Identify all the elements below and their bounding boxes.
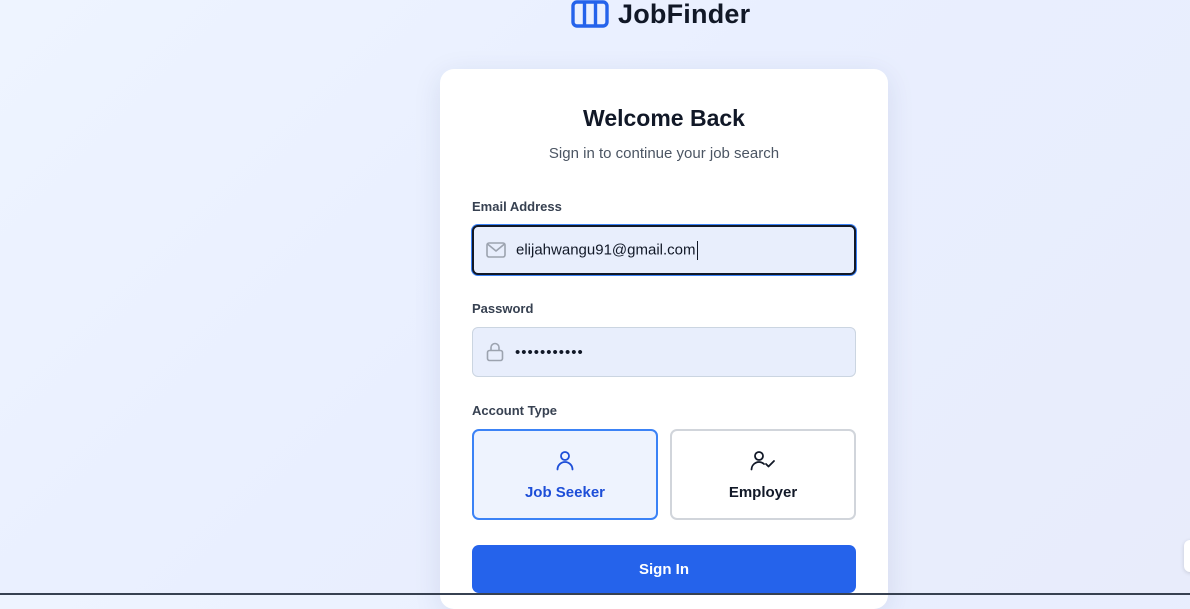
- password-label: Password: [472, 301, 534, 316]
- page-subtitle: Sign in to continue your job search: [548, 145, 780, 162]
- account-type-label: Account Type: [472, 403, 557, 418]
- text-caret: [696, 240, 698, 260]
- password-field[interactable]: •••••••••••: [472, 327, 856, 377]
- account-option-label: Job Seeker: [524, 483, 606, 501]
- briefcase-columns-icon: [571, 0, 609, 29]
- floating-widget-tab[interactable]: [1184, 540, 1190, 572]
- email-label: Email Address: [472, 199, 562, 214]
- account-option-job-seeker[interactable]: Job Seeker: [472, 429, 658, 520]
- brand-name: JobFinder: [618, 0, 751, 29]
- password-value: •••••••••••: [515, 343, 584, 361]
- user-icon: [554, 449, 576, 476]
- account-option-employer[interactable]: Employer: [670, 429, 856, 520]
- lock-icon: [475, 342, 515, 362]
- page-title: Welcome Back: [583, 105, 745, 131]
- email-value: elijahwangu91@gmail.com: [516, 240, 698, 260]
- login-card: Welcome Back Sign in to continue your jo…: [440, 69, 888, 609]
- brand-logo[interactable]: JobFinder: [571, 0, 750, 31]
- email-field[interactable]: elijahwangu91@gmail.com: [472, 225, 856, 275]
- sign-in-button[interactable]: Sign In: [472, 545, 856, 593]
- mail-icon: [476, 242, 516, 258]
- user-check-icon: [750, 449, 776, 476]
- account-option-label: Employer: [728, 483, 798, 501]
